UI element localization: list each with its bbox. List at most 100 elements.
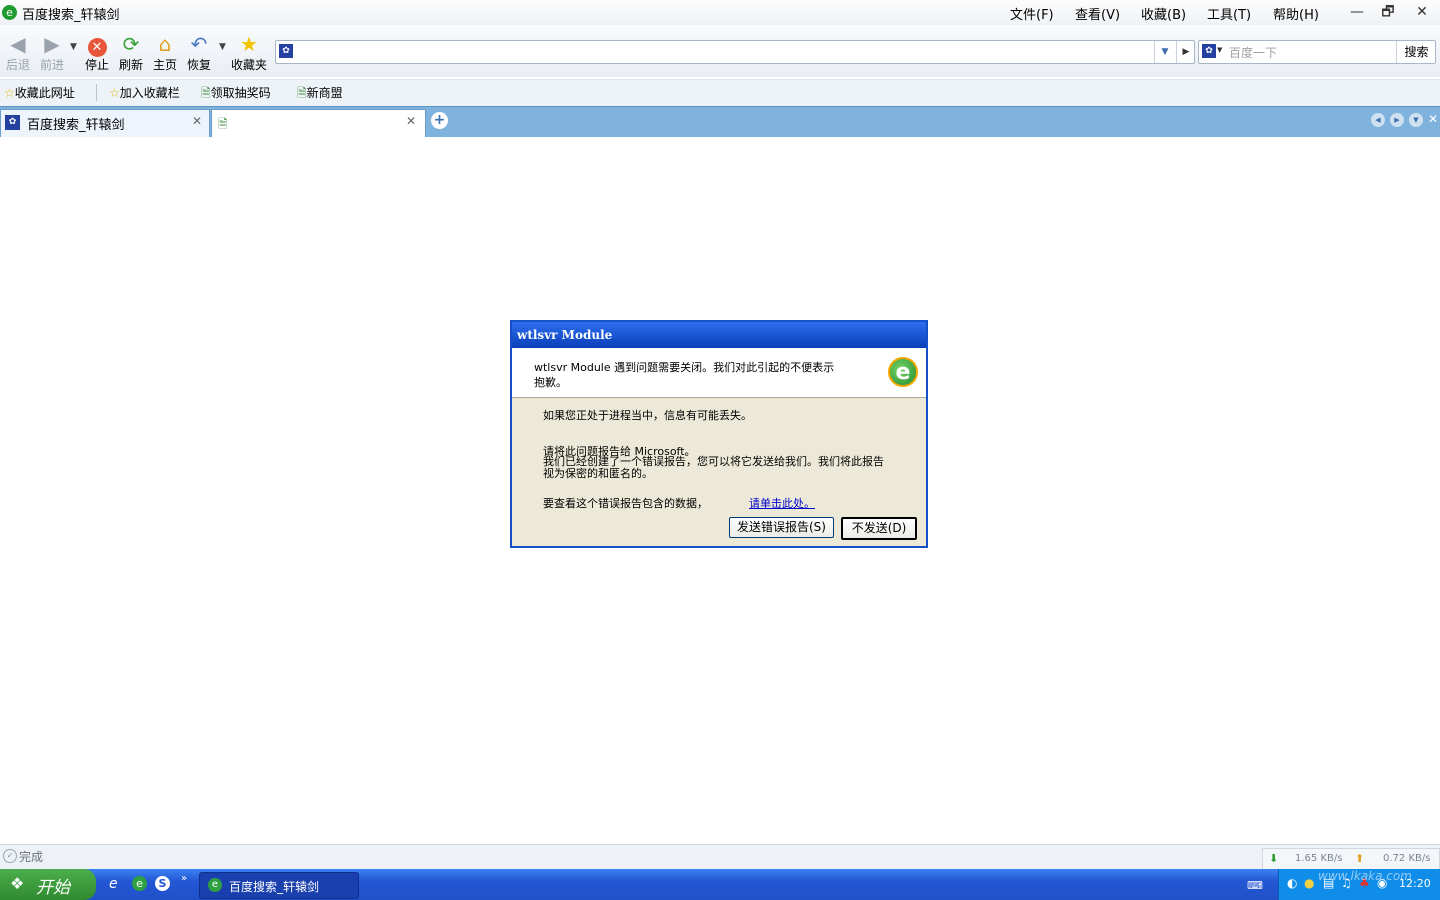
stop-label: 停止: [84, 58, 109, 72]
close-all-tabs-icon[interactable]: ✕: [1428, 112, 1438, 126]
go-arrow-icon[interactable]: ▶: [1176, 41, 1195, 63]
ie-quicklaunch-icon[interactable]: e: [109, 876, 118, 892]
speed-panel: ⬇ 1.65 KB/s ⬆ 0.72 KB/s: [1262, 848, 1440, 870]
fav-label: 新商盟: [306, 86, 343, 100]
dialog-line-data-loss: 如果您正处于进程当中，信息有可能丢失。: [543, 409, 752, 422]
restore-dropdown-icon[interactable]: ▼: [219, 42, 226, 52]
tab-close-icon[interactable]: ✕: [192, 114, 202, 128]
baidu-paw-icon: ✿: [279, 44, 293, 58]
fav-item-bookmark[interactable]: ☆收藏此网址: [4, 84, 75, 101]
windows-logo-icon: ❖: [10, 874, 25, 893]
refresh-button[interactable]: ⟳ 刷新: [113, 32, 149, 73]
search-box[interactable]: ✿ ▼ 百度一下 搜索: [1198, 40, 1436, 64]
tab-baidu-search[interactable]: ✿ 百度搜索_轩辕剑 ✕: [0, 109, 210, 137]
window-title: 百度搜索_轩辕剑: [22, 8, 120, 23]
menu-view[interactable]: 查看(V): [1075, 4, 1120, 23]
star-icon: ★: [240, 32, 258, 56]
star-icon: ☆: [4, 86, 15, 100]
page-icon: 🗎: [297, 86, 307, 100]
tab-close-icon[interactable]: ✕: [406, 114, 416, 128]
taskbar-task-browser[interactable]: e 百度搜索_轩辕剑: [199, 872, 359, 899]
dont-send-button[interactable]: 不发送(D): [841, 517, 917, 540]
upload-speed: 0.72 KB/s: [1383, 853, 1431, 864]
fav-item-xinshangmeng[interactable]: 🗎新商盟: [297, 84, 343, 105]
page-icon: 🗎: [218, 117, 228, 131]
back-button[interactable]: ◀ 后退: [0, 32, 36, 73]
restore-label: 恢复: [186, 58, 211, 72]
tray-app-icon[interactable]: ◐: [1287, 876, 1297, 890]
dialog-line-details: 我们已经创建了一个错误报告，您可以将它发送给我们。我们将此报告视为保密的和匿名的…: [543, 455, 884, 480]
browser-logo-icon: e: [208, 878, 222, 892]
browser-quicklaunch-icon[interactable]: e: [132, 876, 147, 891]
close-button[interactable]: ✕: [1408, 1, 1436, 23]
maximize-button[interactable]: 🗗: [1374, 1, 1402, 23]
baidu-paw-icon: ✿: [5, 115, 20, 130]
forward-label: 前进: [39, 58, 64, 72]
tab-scroll-left-icon[interactable]: ◀: [1371, 113, 1385, 127]
favorites-label: 收藏夹: [230, 58, 267, 72]
keyboard-icon[interactable]: ⌨: [1247, 879, 1263, 892]
status-text: 完成: [19, 850, 44, 864]
start-button[interactable]: ❖ 开始: [0, 869, 96, 900]
address-bar[interactable]: ✿ ▼ ▶: [275, 40, 1195, 64]
fav-label: 加入收藏栏: [119, 86, 180, 100]
status-check-icon: ✓: [3, 849, 17, 863]
start-label: 开始: [36, 878, 70, 898]
home-label: 主页: [152, 58, 177, 72]
menu-favorites[interactable]: 收藏(B): [1141, 4, 1186, 23]
fav-item-add-to-bar[interactable]: ☆加入收藏栏: [109, 84, 180, 101]
watermark: www.lkaka.com: [1318, 869, 1412, 883]
undo-icon: ↶: [190, 32, 208, 56]
search-input[interactable]: 百度一下: [1229, 44, 1277, 61]
error-dialog: wtlsvr Module wtlsvr Module 遇到问题需要关闭。我们对…: [510, 320, 928, 548]
tab-list-icon[interactable]: ▼: [1409, 113, 1423, 127]
status-bar: [0, 844, 1440, 870]
back-label: 后退: [5, 58, 30, 72]
download-arrow-icon: ⬇: [1269, 852, 1279, 865]
restore-button[interactable]: ↶ 恢复: [181, 32, 217, 73]
send-report-button[interactable]: 发送错误报告(S): [729, 517, 834, 538]
browser-logo-icon: e: [888, 357, 918, 387]
tab-title: 百度搜索_轩辕剑: [27, 118, 125, 133]
favorites-button[interactable]: ★ 收藏夹: [229, 32, 269, 73]
refresh-icon: ⟳: [122, 32, 140, 56]
menu-help[interactable]: 帮助(H): [1273, 4, 1319, 23]
tab-blank[interactable]: 🗎 ✕: [211, 109, 426, 137]
view-report-link[interactable]: 请单击此处。: [749, 495, 815, 511]
search-button[interactable]: 搜索: [1396, 41, 1436, 63]
browser-logo-icon: e: [2, 5, 17, 20]
tab-scroll-right-icon[interactable]: ▶: [1390, 113, 1404, 127]
refresh-label: 刷新: [118, 58, 143, 72]
fav-label: 领取抽奖码: [210, 86, 271, 100]
stop-button[interactable]: ✕ 停止: [79, 32, 115, 73]
dialog-header-text: wtlsvr Module 遇到问题需要关闭。我们对此引起的不便表示抱歉。: [534, 361, 835, 389]
page-icon: 🗎: [201, 86, 211, 100]
sogou-quicklaunch-icon[interactable]: S: [155, 876, 170, 891]
stop-icon: ✕: [79, 32, 115, 57]
home-button[interactable]: ⌂ 主页: [147, 32, 183, 73]
history-dropdown-icon[interactable]: ▼: [70, 42, 77, 52]
fav-label: 收藏此网址: [14, 86, 75, 100]
quicklaunch-more-icon[interactable]: »: [181, 873, 187, 884]
new-tab-icon[interactable]: +: [431, 112, 448, 129]
divider: [96, 84, 97, 101]
forward-arrow-icon: ▶: [44, 32, 60, 56]
download-speed: 1.65 KB/s: [1295, 853, 1343, 864]
star-icon: ☆: [109, 86, 120, 100]
engine-dropdown-icon[interactable]: ▼: [1217, 46, 1222, 54]
home-icon: ⌂: [158, 32, 172, 56]
forward-button[interactable]: ▶ 前进: [34, 32, 70, 73]
fav-item-lottery[interactable]: 🗎领取抽奖码: [201, 84, 271, 105]
menu-file[interactable]: 文件(F): [1010, 4, 1054, 23]
search-engine-icon[interactable]: ✿: [1202, 44, 1216, 58]
upload-arrow-icon: ⬆: [1355, 852, 1365, 865]
task-label: 百度搜索_轩辕剑: [229, 880, 320, 894]
menu-tools[interactable]: 工具(T): [1207, 4, 1251, 23]
dialog-header: wtlsvr Module 遇到问题需要关闭。我们对此引起的不便表示抱歉。 e: [512, 348, 926, 398]
dialog-title: wtlsvr Module: [512, 322, 926, 348]
address-dropdown-icon[interactable]: ▼: [1154, 41, 1175, 63]
dialog-line-view-data: 要查看这个错误报告包含的数据，: [543, 497, 708, 510]
minimize-button[interactable]: —: [1343, 1, 1371, 23]
back-arrow-icon: ◀: [10, 32, 26, 56]
tray-app-icon[interactable]: ●: [1304, 876, 1314, 890]
